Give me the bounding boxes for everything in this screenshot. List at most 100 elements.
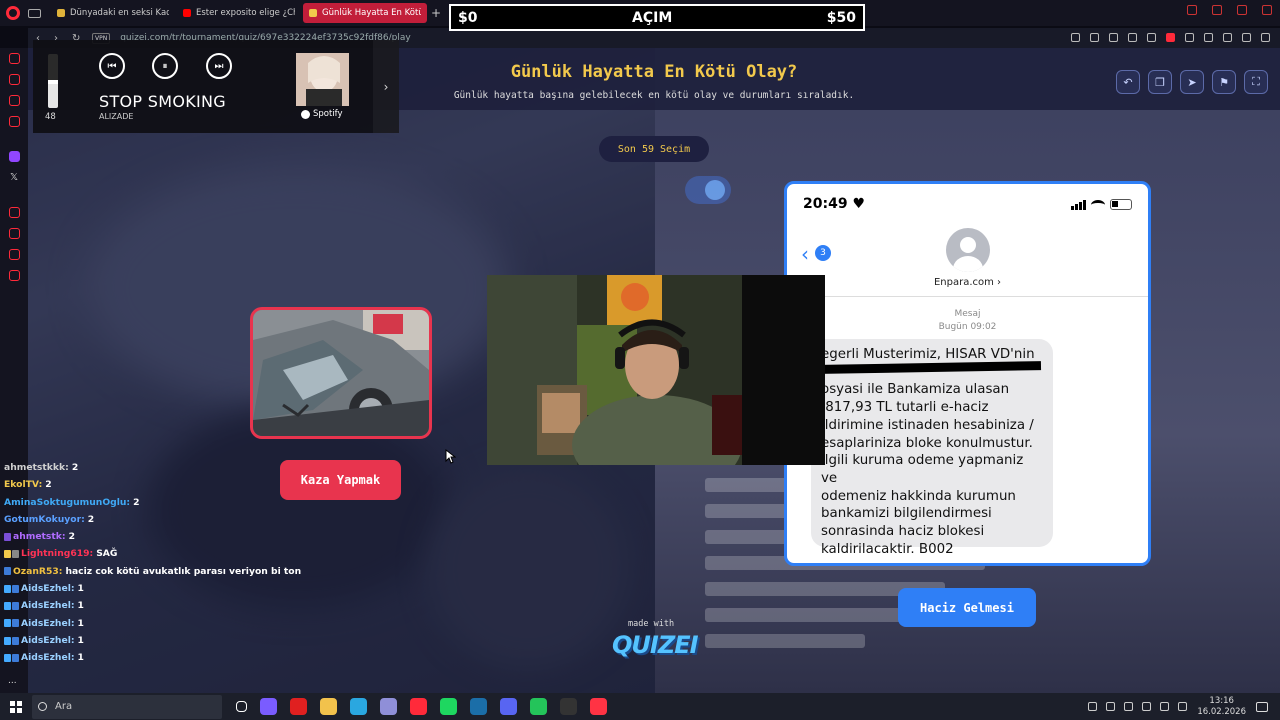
- share-icon[interactable]: ➤: [1180, 70, 1204, 94]
- chat-message: GotumKokuyor: 2: [4, 511, 284, 528]
- phone-status-icons: [1071, 199, 1132, 210]
- scoreboard: $0 AÇIM $50: [449, 4, 865, 31]
- youtube-favicon-icon: [183, 9, 191, 17]
- menu-icon[interactable]: [1261, 33, 1270, 42]
- chat-icon[interactable]: [8, 95, 20, 106]
- track-title: STOP SMOKING: [99, 92, 226, 111]
- bag-icon[interactable]: [8, 74, 20, 85]
- option-left-image[interactable]: [250, 307, 432, 439]
- round-badge: Son 59 Seçim: [599, 136, 709, 162]
- extension-icon[interactable]: [1204, 33, 1213, 42]
- headset-icon[interactable]: [1142, 702, 1152, 711]
- chat-badge-icon: [4, 619, 11, 628]
- edge-icon[interactable]: [350, 698, 367, 715]
- bookmark-icon[interactable]: [1128, 33, 1137, 42]
- taskbar-apps: [236, 698, 607, 715]
- aria-icon[interactable]: [8, 53, 20, 64]
- volume-slider[interactable]: [48, 54, 58, 108]
- taskbar-search[interactable]: Ara: [32, 694, 222, 719]
- chat-username[interactable]: AidsEzhel:: [21, 615, 75, 632]
- volume-icon[interactable]: [1160, 702, 1170, 711]
- next-track-icon[interactable]: ⏭: [206, 53, 232, 79]
- chat-username[interactable]: OzanR53:: [13, 563, 62, 580]
- discord-icon[interactable]: [500, 698, 517, 715]
- option-right-button[interactable]: Haciz Gelmesi: [898, 588, 1036, 627]
- chat-username[interactable]: EkolTV:: [4, 476, 42, 493]
- twitch-icon[interactable]: [8, 151, 20, 162]
- chat-username[interactable]: ahmetstk:: [13, 528, 66, 545]
- option-right-image[interactable]: 20:49 ♥ ‹ 3 Enpara.com › Mesaj Bugün 09:…: [784, 181, 1151, 566]
- chat-username[interactable]: AidsEzhel:: [21, 597, 75, 614]
- undo-icon[interactable]: ↶: [1116, 70, 1140, 94]
- opera-icon[interactable]: [410, 698, 427, 715]
- steam-icon[interactable]: [470, 698, 487, 715]
- chat-username[interactable]: AidsEzhel:: [21, 649, 75, 666]
- language-icon[interactable]: [1178, 702, 1188, 711]
- expand-chevron-icon[interactable]: ›: [373, 40, 399, 133]
- chat-username[interactable]: GotumKokuyor:: [4, 511, 85, 528]
- mic-icon[interactable]: [1124, 702, 1134, 711]
- close-button[interactable]: [1262, 5, 1272, 15]
- pause-icon[interactable]: ⏸: [152, 53, 178, 79]
- chat-text: 1: [77, 600, 84, 612]
- network-icon[interactable]: [1106, 702, 1116, 711]
- new-tab-button[interactable]: +: [431, 6, 441, 20]
- chat-text: 2: [45, 479, 52, 491]
- tab-2[interactable]: Günlük Hayatta En Kötü Ol: [303, 3, 427, 23]
- start-button[interactable]: [10, 700, 22, 713]
- obs-icon[interactable]: [560, 698, 577, 715]
- album-cover: [296, 53, 349, 106]
- chat-username[interactable]: ahmetstkkk:: [4, 459, 69, 476]
- task-view-icon[interactable]: [236, 701, 247, 712]
- opera-logo-icon[interactable]: [6, 6, 20, 20]
- option-left-button[interactable]: Kaza Yapmak: [280, 460, 401, 500]
- chat-username[interactable]: Lightning619:: [21, 545, 93, 562]
- x-twitter-icon[interactable]: 𝕏: [10, 172, 18, 183]
- download-icon[interactable]: [1223, 33, 1232, 42]
- heart-icon[interactable]: [1147, 33, 1156, 42]
- previous-track-icon[interactable]: ⏮: [99, 53, 125, 79]
- volume-value: 48: [45, 112, 56, 122]
- fullscreen-icon[interactable]: ⛶: [1244, 70, 1268, 94]
- tab-1[interactable]: Ester exposito elige ¿Chila: [177, 3, 301, 23]
- ai-icon[interactable]: [1242, 33, 1251, 42]
- pin-icon[interactable]: [8, 249, 20, 260]
- extension-icon[interactable]: [1071, 33, 1080, 42]
- chat-username[interactable]: AidsEzhel:: [21, 580, 75, 597]
- workspaces-icon[interactable]: [28, 8, 41, 18]
- maximize-button[interactable]: [1237, 5, 1247, 15]
- file-explorer-icon[interactable]: [320, 698, 337, 715]
- taskbar-clock[interactable]: 13:16 16.02.2026: [1197, 696, 1246, 718]
- search-tabs-icon[interactable]: [1187, 5, 1197, 15]
- search-placeholder: Ara: [55, 701, 73, 712]
- chat-badges: [4, 602, 19, 611]
- copy-icon[interactable]: ❐: [1148, 70, 1172, 94]
- chat-username[interactable]: AminaSoktugumunOglu:: [4, 494, 130, 511]
- chat-message: AidsEzhel: 1: [4, 615, 284, 632]
- extension-icon[interactable]: [1090, 33, 1099, 42]
- settings-icon[interactable]: [8, 270, 20, 281]
- copilot-icon[interactable]: [260, 698, 277, 715]
- flag-icon[interactable]: ⚑: [1212, 70, 1236, 94]
- shield-icon[interactable]: [1109, 33, 1118, 42]
- notification-icon[interactable]: [1256, 701, 1268, 712]
- spotify-icon[interactable]: [440, 698, 457, 715]
- stream-icon[interactable]: [530, 698, 547, 715]
- chat-username[interactable]: AidsEzhel:: [21, 632, 75, 649]
- extension-icon[interactable]: [1166, 33, 1175, 42]
- extension-icon[interactable]: [1185, 33, 1194, 42]
- chat-message: EkolTV: 2: [4, 476, 284, 493]
- history-icon[interactable]: [8, 228, 20, 239]
- chevron-up-icon[interactable]: [1088, 702, 1098, 711]
- player-icon[interactable]: [8, 207, 20, 218]
- volume-knob[interactable]: [48, 80, 58, 85]
- music-icon[interactable]: [8, 116, 20, 127]
- tab-0[interactable]: Dünyadaki en seksi Kadın: [51, 3, 175, 23]
- youtube-icon[interactable]: [290, 698, 307, 715]
- minimize-button[interactable]: [1212, 5, 1222, 15]
- chat-message: AidsEzhel: 1: [4, 580, 284, 597]
- chat-message: AidsEzhel: 1: [4, 649, 284, 666]
- app-icon[interactable]: [590, 698, 607, 715]
- vpn-icon[interactable]: [380, 698, 397, 715]
- quizei-logo[interactable]: QUIZEI: [612, 631, 699, 659]
